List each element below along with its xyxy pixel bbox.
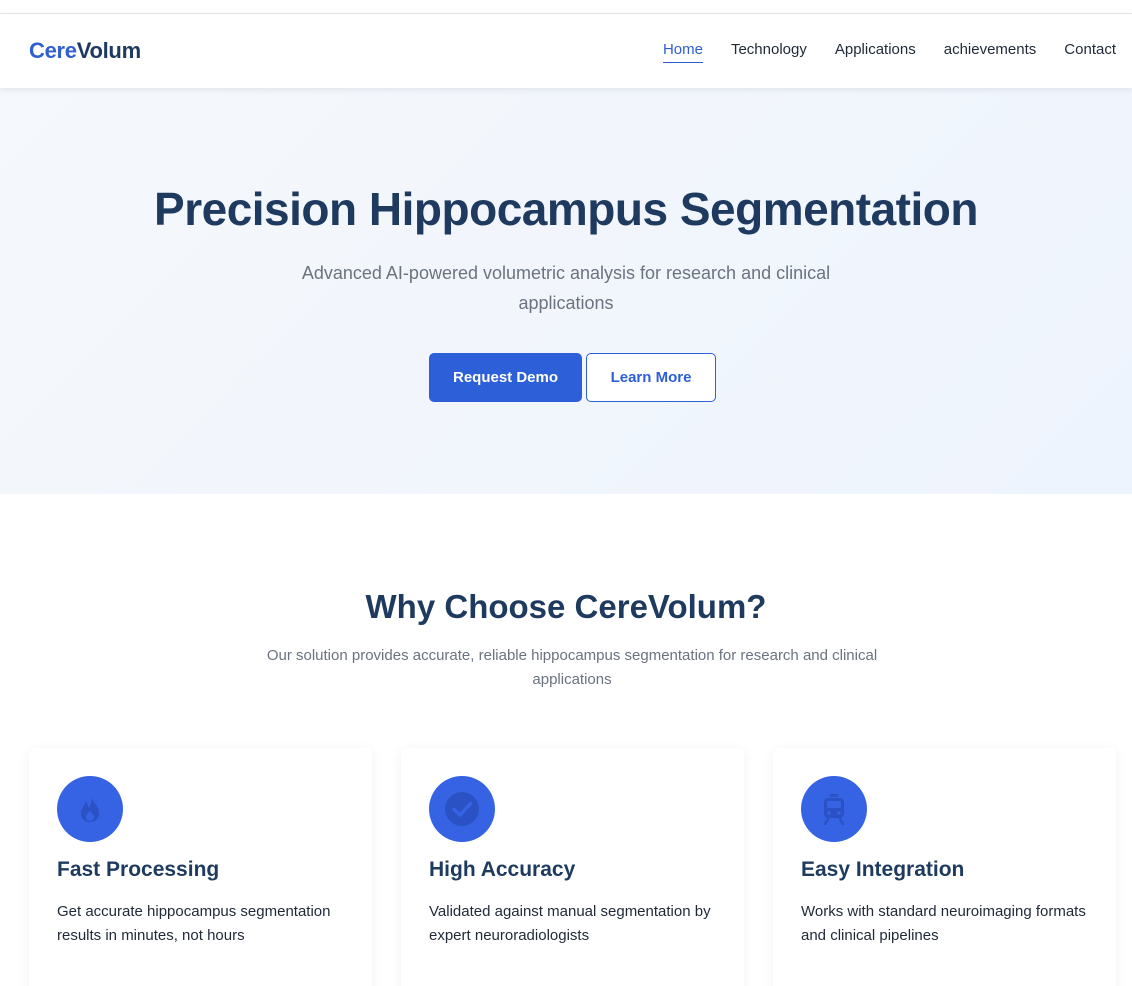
feature-title: Fast Processing	[57, 858, 220, 881]
hero-title: Precision Hippocampus Segmentation	[154, 183, 978, 235]
why-section-title: Why Choose CereVolum?	[365, 588, 767, 625]
why-section-subtitle: Our solution provides accurate, reliable…	[266, 647, 878, 688]
nav-link-technology[interactable]: Technology	[731, 41, 807, 63]
learn-more-button[interactable]: Learn More	[586, 353, 716, 402]
brand-logo-part2: Volum	[76, 38, 141, 63]
feature-card-easy-integration: Easy Integration Works with standard neu…	[773, 748, 1116, 986]
feature-card-high-accuracy: High Accuracy Validated against manual s…	[401, 748, 744, 986]
fire-icon	[57, 776, 123, 842]
feature-title: High Accuracy	[429, 858, 576, 881]
request-demo-button[interactable]: Request Demo	[429, 353, 582, 402]
nav-link-applications[interactable]: Applications	[835, 41, 916, 63]
brand-logo-part1: Cere	[29, 38, 77, 63]
feature-card-fast-processing: Fast Processing Get accurate hippocampus…	[29, 748, 372, 986]
hero-section: Precision Hippocampus Segmentation Advan…	[0, 88, 1132, 494]
nav-links: Home Technology Applications achievement…	[662, 41, 1116, 63]
feature-description: Works with standard neuroimaging formats…	[801, 903, 1086, 944]
nav-link-achievements[interactable]: achievements	[944, 41, 1037, 63]
brand-logo[interactable]: CereVolum	[29, 38, 141, 64]
navbar: CereVolum Home Technology Applications a…	[0, 14, 1132, 88]
feature-title: Easy Integration	[801, 858, 965, 881]
hero-subtitle: Advanced AI-powered volumetric analysis …	[301, 263, 831, 313]
train-icon	[801, 776, 867, 842]
check-circle-icon	[429, 776, 495, 842]
nav-link-home[interactable]: Home	[662, 41, 703, 63]
feature-description: Validated against manual segmentation by…	[429, 903, 711, 944]
nav-link-contact[interactable]: Contact	[1064, 41, 1116, 63]
feature-description: Get accurate hippocampus segmentation re…	[57, 903, 331, 944]
